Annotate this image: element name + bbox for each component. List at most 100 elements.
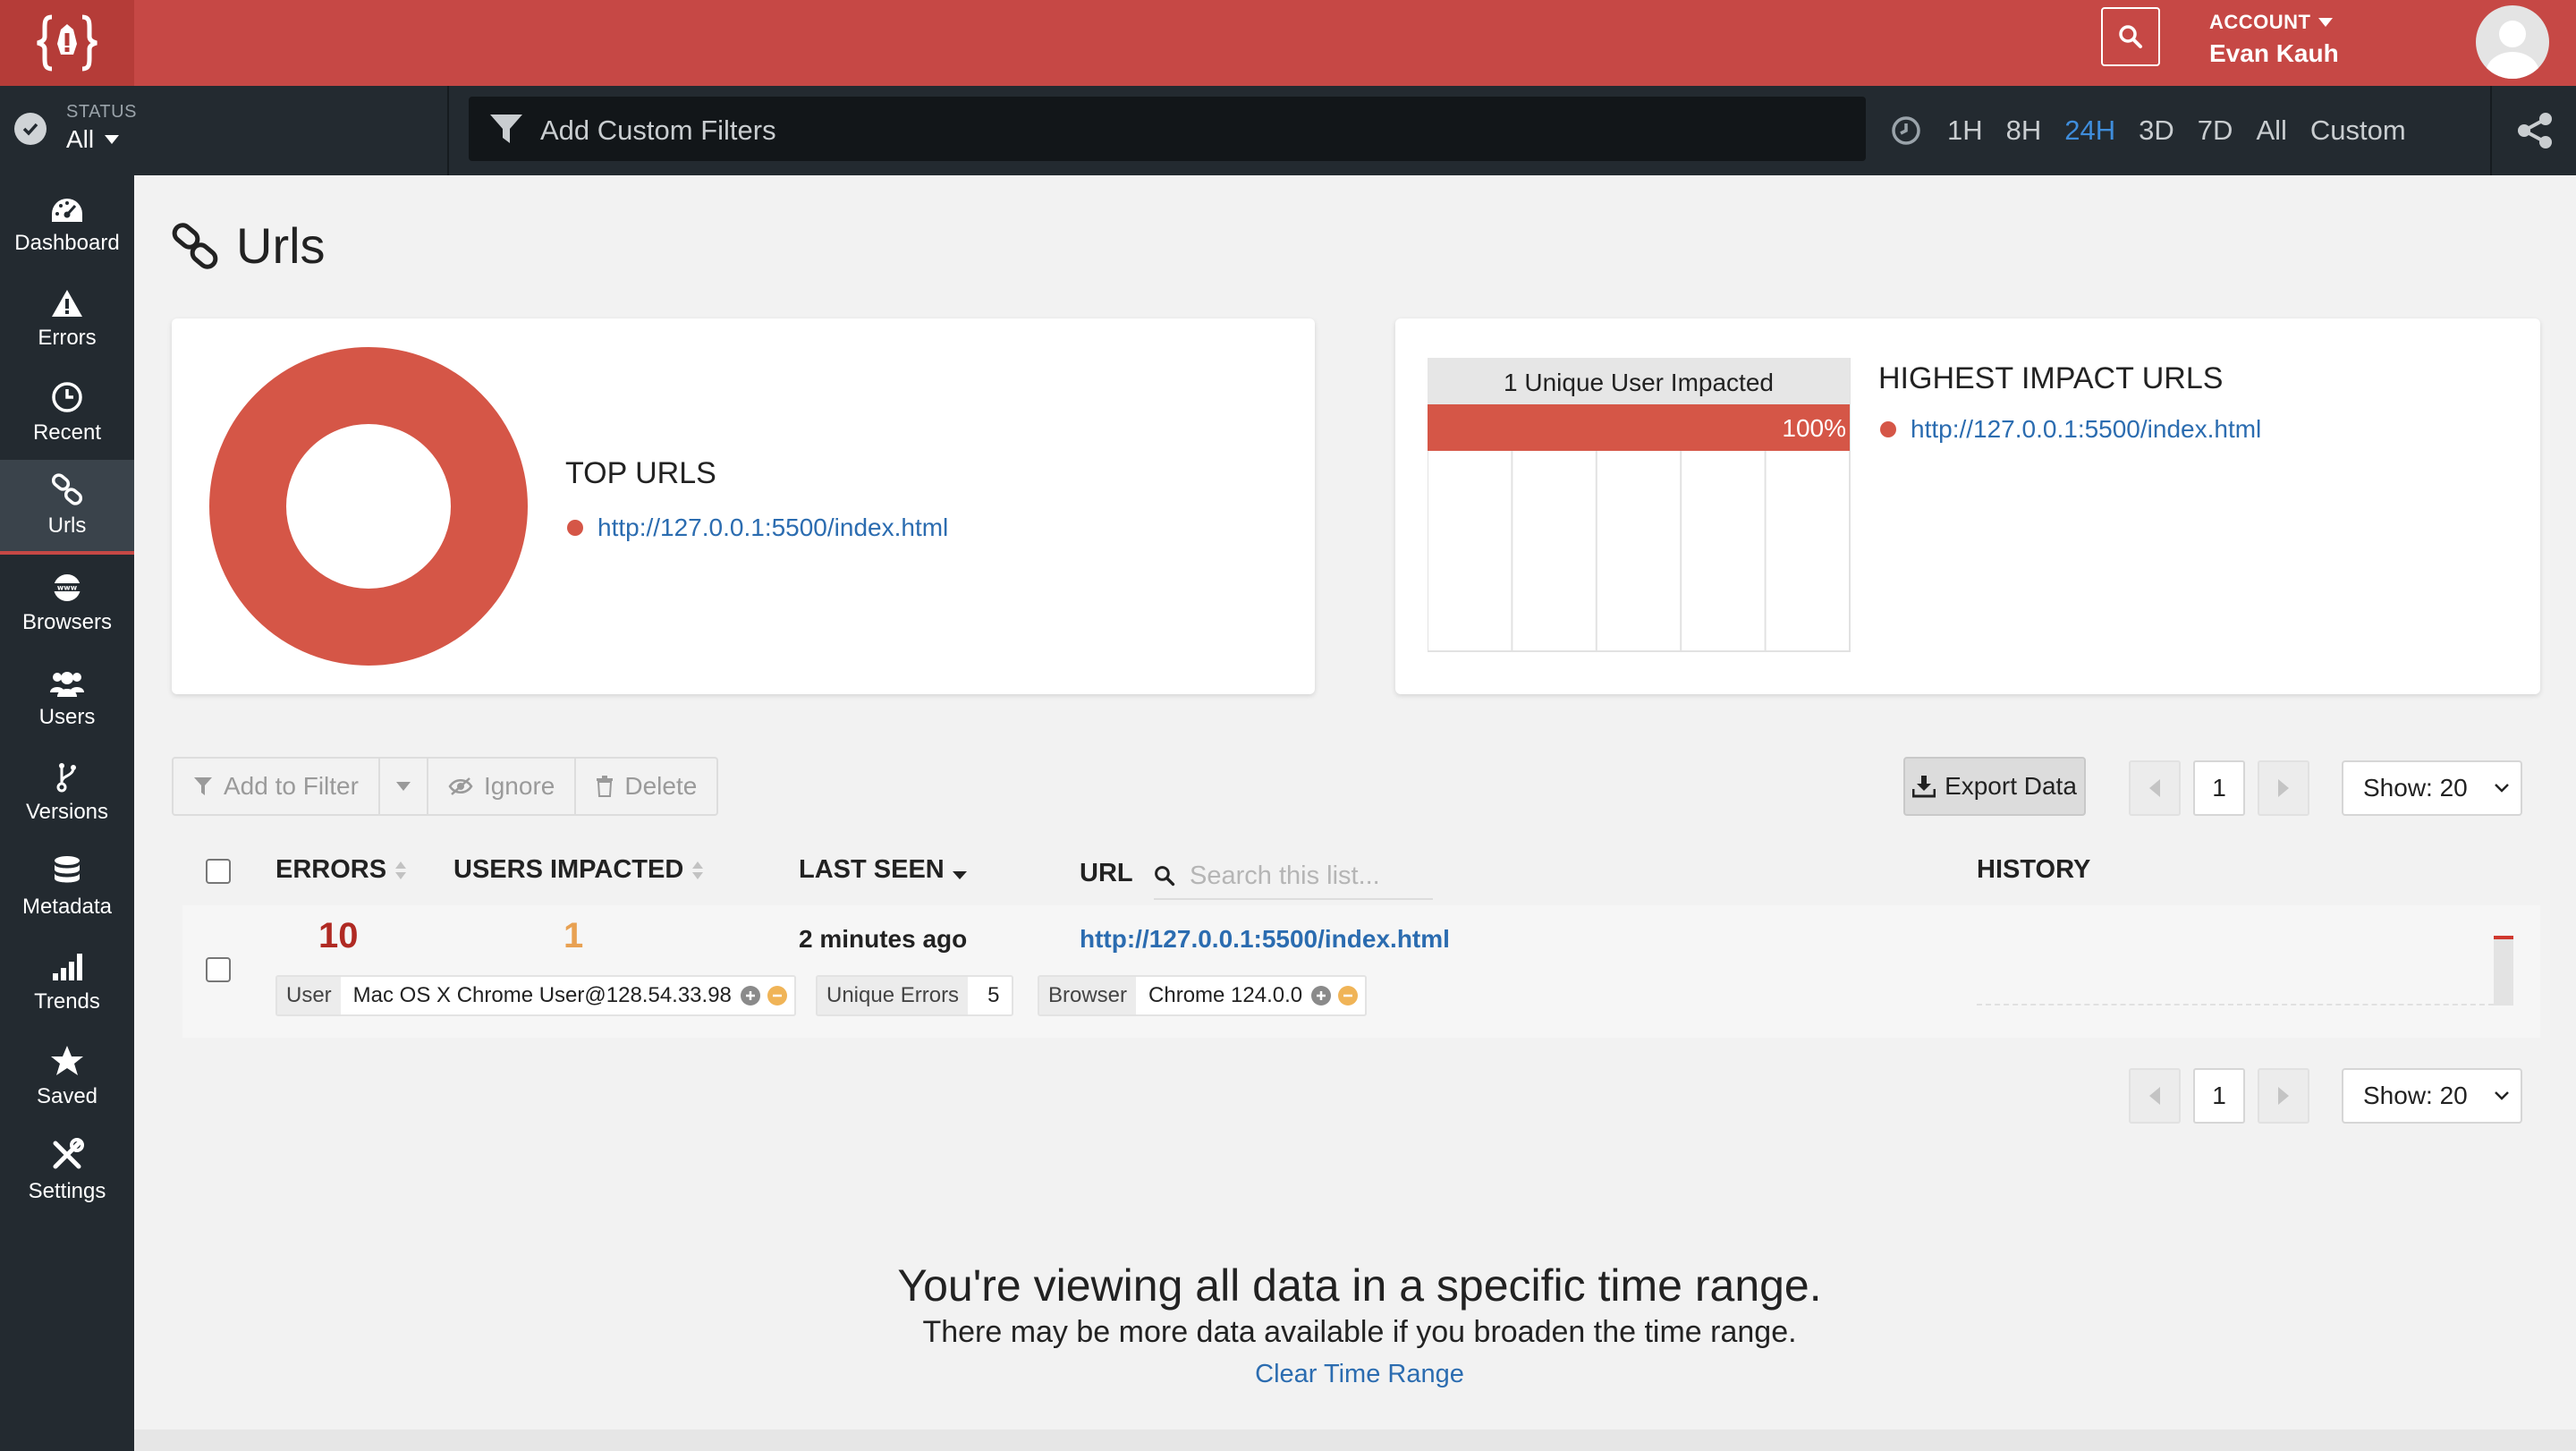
add-filter-plus-icon[interactable] bbox=[1311, 986, 1332, 1006]
sidebar-item-browsers[interactable]: www Browsers bbox=[0, 555, 134, 649]
user-avatar-icon bbox=[2486, 21, 2539, 79]
sidebar-item-urls[interactable]: Urls bbox=[0, 460, 134, 555]
impact-bar-label: 100% bbox=[1782, 414, 1846, 442]
browser-tag-value: Chrome 124.0.0 bbox=[1148, 983, 1303, 1007]
add-to-filter-label: Add to Filter bbox=[224, 772, 359, 800]
range-8h[interactable]: 8H bbox=[1995, 115, 2054, 147]
current-page[interactable]: 1 bbox=[2193, 760, 2245, 816]
sidebar-item-dashboard[interactable]: Dashboard bbox=[0, 175, 134, 270]
export-data-button[interactable]: Export Data bbox=[1903, 757, 2086, 816]
warning-icon bbox=[52, 290, 82, 317]
top-urls-donut-chart bbox=[209, 347, 528, 666]
sidebar-item-trends[interactable]: Trends bbox=[0, 934, 134, 1029]
sidebar-item-label: Browsers bbox=[21, 610, 113, 634]
page-size-value: Show: 20 bbox=[2363, 774, 2468, 802]
highest-impact-card: 1 Unique User Impacted 100% HIGHEST IMPA… bbox=[1395, 318, 2540, 694]
add-to-filter-dropdown[interactable] bbox=[380, 759, 428, 814]
sort-desc-icon bbox=[952, 870, 967, 879]
sort-last-seen-header[interactable]: LAST SEEN bbox=[799, 855, 968, 885]
range-7d[interactable]: 7D bbox=[2186, 115, 2245, 147]
footer bbox=[134, 1430, 2576, 1451]
sidebar-item-saved[interactable]: Saved bbox=[0, 1029, 134, 1124]
highest-impact-legend-item[interactable]: http://127.0.0.1:5500/index.html bbox=[1880, 415, 2261, 444]
time-range-notice-text: There may be more data available if you … bbox=[922, 1315, 1797, 1349]
legend-dot bbox=[567, 520, 583, 536]
trackjs-logo-icon bbox=[37, 14, 97, 72]
status-value: All bbox=[66, 125, 95, 153]
search-icon bbox=[2119, 25, 2142, 48]
account-menu[interactable]: ACCOUNT Evan Kauh bbox=[2209, 11, 2339, 68]
select-all-checkbox[interactable] bbox=[206, 859, 231, 884]
status-dropdown[interactable]: STATUS All bbox=[0, 86, 449, 175]
range-1h[interactable]: 1H bbox=[1936, 115, 1995, 147]
www-globe-icon: www bbox=[52, 574, 82, 601]
list-search-input[interactable] bbox=[1188, 860, 1433, 892]
row-url-link[interactable]: http://127.0.0.1:5500/index.html bbox=[1080, 925, 1450, 954]
range-3d[interactable]: 3D bbox=[2127, 115, 2186, 147]
bar-chart-icon bbox=[53, 954, 82, 980]
sidebar-item-settings[interactable]: Settings bbox=[0, 1124, 134, 1218]
exclude-filter-minus-icon[interactable] bbox=[767, 986, 787, 1006]
row-error-count: 10 bbox=[318, 916, 359, 955]
next-page-button[interactable] bbox=[2258, 760, 2309, 816]
sidebar-item-metadata[interactable]: Metadata bbox=[0, 839, 134, 934]
user-tag-key: User bbox=[277, 977, 341, 1014]
custom-filter-input[interactable]: Add Custom Filters bbox=[469, 97, 1866, 161]
top-url-legend-item[interactable]: http://127.0.0.1:5500/index.html bbox=[567, 513, 948, 542]
url-header-label: URL bbox=[1080, 859, 1133, 887]
add-to-filter-button[interactable]: Add to Filter bbox=[174, 759, 380, 814]
sidebar-item-label: Metadata bbox=[21, 895, 113, 919]
sidebar-item-versions[interactable]: Versions bbox=[0, 744, 134, 839]
row-checkbox[interactable] bbox=[206, 957, 231, 982]
sidebar-item-label: Settings bbox=[28, 1179, 106, 1203]
ignore-button[interactable]: Ignore bbox=[428, 759, 577, 814]
range-24h[interactable]: 24H bbox=[2053, 115, 2127, 147]
current-page[interactable]: 1 bbox=[2193, 1068, 2245, 1124]
range-all[interactable]: All bbox=[2244, 115, 2298, 147]
delete-label: Delete bbox=[624, 772, 698, 800]
browser-tag: Browser Chrome 124.0.0 bbox=[1038, 975, 1368, 1016]
highest-impact-link[interactable]: http://127.0.0.1:5500/index.html bbox=[1911, 415, 2261, 444]
download-icon bbox=[1912, 776, 1936, 798]
row-last-seen: 2 minutes ago bbox=[799, 925, 968, 953]
sort-users-header[interactable]: USERS IMPACTED bbox=[453, 855, 705, 885]
sidebar-item-label: Versions bbox=[25, 800, 109, 824]
top-urls-title: TOP URLS bbox=[565, 456, 716, 490]
sidebar-item-users[interactable]: Users bbox=[0, 649, 134, 744]
errors-header-label: ERRORS bbox=[275, 855, 387, 884]
avatar[interactable] bbox=[2476, 5, 2549, 79]
sidebar-item-label: Urls bbox=[47, 513, 87, 538]
sort-icon bbox=[395, 861, 407, 879]
exclude-filter-minus-icon[interactable] bbox=[1338, 986, 1359, 1006]
next-page-button[interactable] bbox=[2258, 1068, 2309, 1124]
range-custom[interactable]: Custom bbox=[2299, 115, 2418, 147]
app-logo[interactable] bbox=[0, 0, 134, 86]
page-title-text: Urls bbox=[236, 217, 326, 274]
row-users-count: 1 bbox=[564, 916, 584, 955]
account-name: Evan Kauh bbox=[2209, 39, 2339, 67]
prev-page-button[interactable] bbox=[2129, 760, 2181, 816]
share-button[interactable] bbox=[2490, 86, 2576, 175]
bulk-action-group: Add to Filter Ignore Delete bbox=[172, 757, 719, 816]
users-header-label: USERS IMPACTED bbox=[453, 855, 684, 884]
add-filter-plus-icon[interactable] bbox=[740, 986, 760, 1006]
page-size-select[interactable]: Show: 20 bbox=[2342, 760, 2522, 816]
clear-time-range-link[interactable]: Clear Time Range bbox=[0, 1360, 2576, 1389]
unique-errors-tag: Unique Errors 5 bbox=[816, 975, 1014, 1016]
users-icon bbox=[50, 672, 84, 697]
prev-page-button[interactable] bbox=[2129, 1068, 2181, 1124]
top-url-link[interactable]: http://127.0.0.1:5500/index.html bbox=[597, 513, 948, 542]
sidebar-item-recent[interactable]: Recent bbox=[0, 365, 134, 460]
page-size-select[interactable]: Show: 20 bbox=[2342, 1068, 2522, 1124]
pie-slice[interactable] bbox=[209, 347, 528, 666]
sidebar-item-errors[interactable]: Errors bbox=[0, 270, 134, 365]
ignore-label: Ignore bbox=[483, 772, 555, 800]
user-tag-value: Mac OS X Chrome User@128.54.33.98 bbox=[352, 983, 732, 1007]
sidebar-item-label: Trends bbox=[34, 989, 100, 1014]
time-range-selector: 1H 8H 24H 3D 7D All Custom bbox=[1891, 86, 2418, 175]
sort-errors-header[interactable]: ERRORS bbox=[275, 855, 408, 885]
list-search bbox=[1154, 853, 1433, 900]
global-search-button[interactable] bbox=[2101, 7, 2160, 66]
delete-button[interactable]: Delete bbox=[576, 759, 716, 814]
link-icon bbox=[51, 473, 83, 505]
